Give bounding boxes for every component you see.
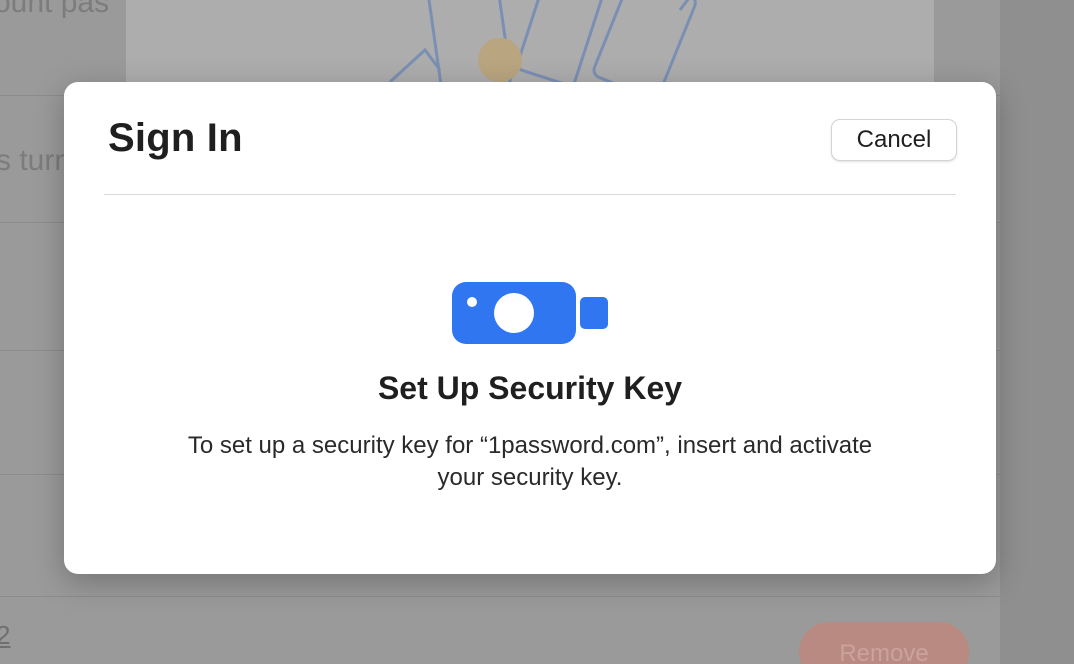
dialog-title: Sign In (108, 116, 243, 160)
dialog-headline: Set Up Security Key (377, 370, 683, 406)
background-illustration-icon (388, 0, 697, 82)
background-remove-button: Remove (799, 622, 969, 664)
security-key-icon (452, 282, 608, 344)
background-row-number: 2 (0, 620, 11, 650)
cancel-button[interactable]: Cancel (831, 119, 957, 161)
sign-in-dialog: Sign In Cancel Set Up Security Key To se… (64, 82, 996, 574)
screen: ount pas s turn 2 Remove Sign In Cancel (0, 0, 1074, 664)
background-text-account: ount pas (0, 0, 110, 19)
background-divider (0, 596, 1000, 597)
dialog-body-text: To set up a security key for “1password.… (187, 432, 873, 491)
background-text-turn: s turn (0, 144, 72, 177)
header-divider (104, 194, 956, 195)
